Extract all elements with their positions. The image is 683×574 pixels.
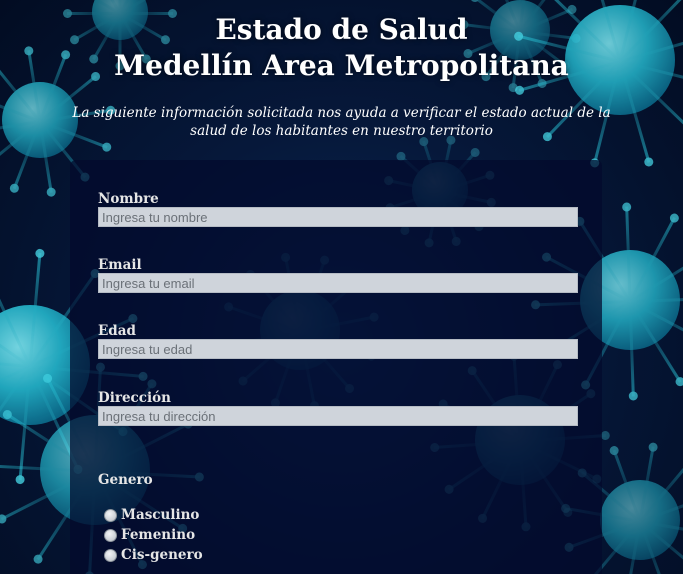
virus-graphic xyxy=(564,446,683,574)
field-nombre: Nombre xyxy=(98,191,578,227)
direccion-label: Dirección xyxy=(98,390,171,406)
direccion-input[interactable] xyxy=(98,406,578,426)
virus-spike xyxy=(628,216,676,303)
title-line-2: Medellín Area Metropolitana xyxy=(114,49,569,82)
health-form: Nombre Email Edad Dirección Genero Mascu… xyxy=(70,160,602,574)
radio-button[interactable] xyxy=(104,548,117,562)
virus-spike xyxy=(629,249,683,303)
virus-spike xyxy=(0,262,32,368)
radio-button[interactable] xyxy=(104,528,117,542)
radio-button[interactable] xyxy=(104,508,117,522)
virus-spike xyxy=(628,301,635,397)
page-header: Estado de Salud Medellín Area Metropolit… xyxy=(0,0,683,140)
radio-femenino[interactable]: Femenino xyxy=(104,526,195,544)
field-direccion: Dirección xyxy=(98,390,578,426)
radio-cis-genero[interactable]: Cis-genero xyxy=(104,546,203,564)
genero-label: Genero xyxy=(98,472,153,488)
email-label: Email xyxy=(98,257,142,273)
radio-masculino[interactable]: Masculino xyxy=(104,506,199,524)
radio-label-masculino: Masculino xyxy=(121,507,200,523)
page-title: Estado de Salud Medellín Area Metropolit… xyxy=(0,0,683,84)
field-email: Email xyxy=(98,257,578,293)
title-line-1: Estado de Salud xyxy=(215,13,468,46)
edad-input[interactable] xyxy=(98,339,578,359)
field-edad: Edad xyxy=(98,323,578,359)
radio-label-femenino: Femenino xyxy=(121,527,196,543)
edad-label: Edad xyxy=(98,323,136,339)
page-subtitle: La siguiente información solicitada nos … xyxy=(72,105,611,139)
virus-spike xyxy=(638,520,668,574)
nombre-label: Nombre xyxy=(98,191,159,207)
nombre-input[interactable] xyxy=(98,207,578,227)
email-input[interactable] xyxy=(98,273,578,293)
virus-spike xyxy=(625,206,632,302)
radio-label-cis-genero: Cis-genero xyxy=(121,547,203,563)
